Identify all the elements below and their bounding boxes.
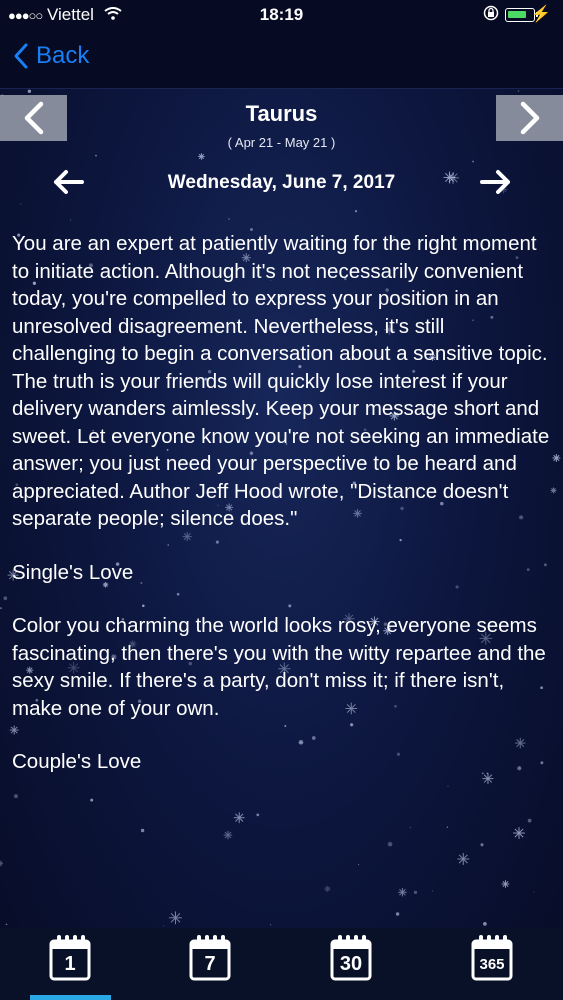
tab-week[interactable]: 7 [140, 928, 280, 1000]
singles-love-text: Color you charming the world looks rosy,… [12, 614, 546, 720]
couples-love-heading: Couple's Love [12, 750, 142, 773]
daily-horoscope-text: You are an expert at patiently waiting f… [12, 232, 550, 530]
sign-date-range: ( Apr 21 - May 21 ) [227, 135, 336, 150]
tab-label: 365 [479, 956, 505, 973]
tab-year[interactable]: 365 [422, 928, 562, 1000]
navigation-bar: Back [0, 30, 563, 89]
status-time: 18:19 [259, 5, 304, 24]
sign-name: Taurus [245, 101, 318, 126]
tab-day[interactable]: 1 [0, 928, 140, 1000]
back-button[interactable]: Back [14, 42, 89, 70]
calendar-icon: 365 [470, 934, 514, 982]
horoscope-content[interactable]: You are an expert at patiently waiting f… [12, 230, 552, 845]
current-date: Wednesday, June 7, 2017 [167, 172, 396, 193]
tab-label: 1 [64, 953, 76, 975]
singles-love-heading: Single's Love [12, 560, 134, 584]
next-day-button[interactable] [480, 168, 512, 201]
charging-icon: ⚡ [531, 6, 551, 23]
next-sign-button[interactable] [496, 95, 563, 141]
tab-label: 30 [339, 953, 363, 975]
orientation-lock-icon [483, 5, 499, 25]
calendar-icon: 30 [329, 934, 373, 982]
date-navigator: Wednesday, June 7, 2017 [0, 168, 563, 198]
back-label: Back [36, 42, 90, 69]
calendar-icon: 1 [48, 934, 92, 982]
chevron-right-icon [520, 101, 539, 135]
tab-month[interactable]: 30 [281, 928, 421, 1000]
battery-fill [508, 11, 526, 18]
arrow-right-icon [480, 170, 510, 194]
calendar-icon: 7 [188, 934, 232, 982]
tab-bar: 1 7 30 365 [0, 928, 563, 1000]
status-bar: ●●●○○ Viettel 18:19 ⚡ [0, 0, 563, 30]
back-chevron-icon [14, 43, 28, 69]
tab-label: 7 [204, 953, 216, 975]
